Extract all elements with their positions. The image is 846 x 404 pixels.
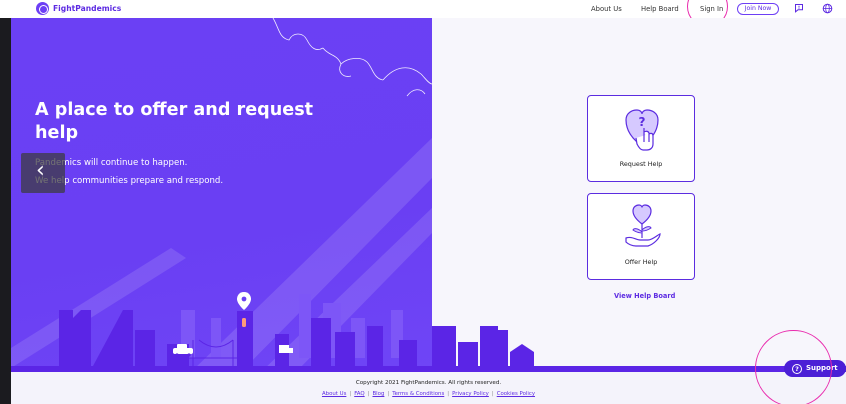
footer-link-terms[interactable]: Terms & Conditions [392,391,444,397]
request-help-label: Request Help [619,160,663,168]
brand-logo[interactable]: FightPandemics [36,2,121,15]
footer-separator: | [349,391,352,397]
hero-illustration [11,18,432,372]
join-now-button[interactable]: Join Now [737,3,779,15]
chat-icon[interactable] [794,3,804,13]
left-edge-strip-bottom [0,372,11,404]
tower-highlight [242,318,246,327]
offer-help-icon [625,204,661,247]
hero-section: A place to offer and request help Pandem… [11,18,432,372]
footer-link-cookies[interactable]: Cookies Policy [497,391,535,397]
request-help-icon: ? [625,109,659,151]
action-panel: ? Request Help Offer Help View Help Boar… [432,18,846,372]
footer-link-privacy[interactable]: Privacy Policy [452,391,489,397]
view-help-board-link[interactable]: View Help Board [614,292,675,300]
skyline-right [432,326,534,366]
offer-help-label: Offer Help [624,258,658,266]
footer-link-blog[interactable]: Blog [372,391,384,397]
question-icon: ? [792,364,802,374]
footer-separator: | [491,391,494,397]
chevron-left-icon: ‹ [36,158,45,183]
logo-icon [36,2,49,15]
globe-icon[interactable] [822,3,833,14]
location-pin-icon [237,292,251,310]
top-navigation: FightPandemics About Us Help Board Sign … [0,0,846,18]
brand-name: FightPandemics [53,4,122,13]
hero-title: A place to offer and request help [35,100,314,143]
footer-link-faq[interactable]: FAQ [354,391,364,397]
footer-link-about[interactable]: About Us [322,391,346,397]
carousel-prev-button[interactable]: ‹ [21,153,65,193]
cloud-outlines [272,18,432,97]
nav-about-link[interactable]: About Us [591,5,622,13]
support-button[interactable]: ? Support [784,360,846,377]
footer-separator: | [387,391,390,397]
left-edge-strip [0,18,11,372]
support-label: Support [806,364,838,372]
footer-separator: | [447,391,450,397]
footer: Copyright 2021 FightPandemics. All right… [11,372,846,404]
request-help-card[interactable]: ? Request Help [587,95,695,182]
offer-help-card[interactable]: Offer Help [587,193,695,280]
copyright-text: Copyright 2021 FightPandemics. All right… [355,380,502,386]
nav-help-board-link[interactable]: Help Board [641,5,679,13]
sign-in-link[interactable]: Sign In [700,5,723,13]
footer-links: About Us | FAQ | Blog | Terms & Conditions | Pri… [11,391,846,397]
svg-text:?: ? [639,115,646,129]
footer-separator: | [367,391,370,397]
